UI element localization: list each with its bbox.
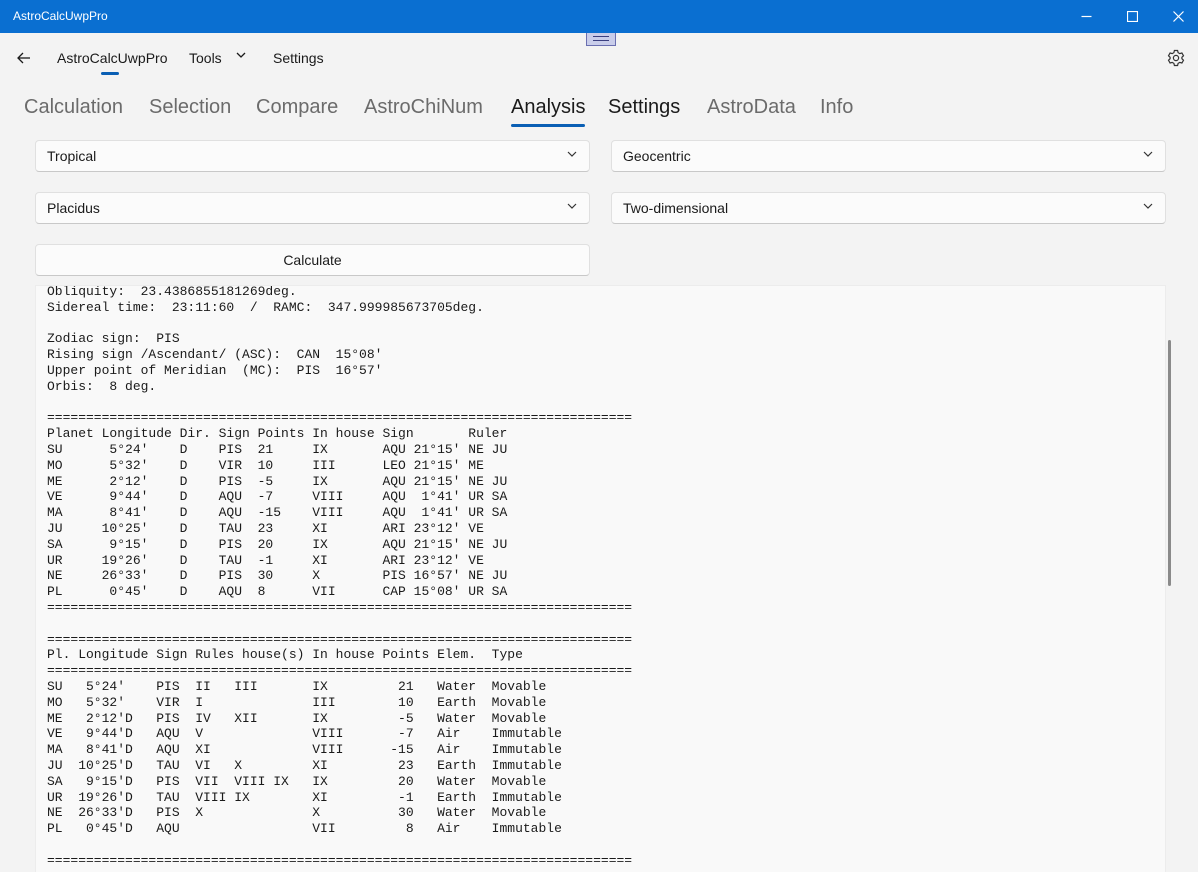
- calculate-button[interactable]: Calculate: [35, 244, 590, 276]
- nav-item-tools[interactable]: Tools: [189, 50, 222, 66]
- tab-settings[interactable]: Settings: [608, 96, 680, 119]
- arrow-left-icon: [17, 52, 30, 64]
- minimize-icon: [1081, 15, 1091, 18]
- tab-analysis[interactable]: Analysis: [511, 96, 585, 119]
- dimension-select[interactable]: Two-dimensional: [611, 192, 1166, 224]
- nav-item-home[interactable]: AstroCalcUwpPro: [57, 50, 167, 66]
- center-select-value: Geocentric: [623, 148, 691, 164]
- back-button[interactable]: [10, 47, 38, 69]
- tab-calculation[interactable]: Calculation: [24, 96, 123, 119]
- tab-compare[interactable]: Compare: [256, 96, 338, 119]
- nav-selected-indicator: [101, 72, 119, 75]
- center-select[interactable]: Geocentric: [611, 140, 1166, 172]
- close-icon: [1172, 11, 1184, 22]
- dimension-select-value: Two-dimensional: [623, 200, 729, 216]
- house-system-select[interactable]: Placidus: [35, 192, 590, 224]
- vertical-scrollbar[interactable]: [1168, 340, 1171, 586]
- chevron-down-icon[interactable]: [236, 52, 246, 59]
- chevron-down-icon: [1143, 151, 1153, 157]
- tab-astrochinum[interactable]: AstroChiNum: [364, 96, 483, 119]
- house-system-select-value: Placidus: [47, 200, 100, 216]
- zodiac-select[interactable]: Tropical: [35, 140, 590, 172]
- tab-selection[interactable]: Selection: [149, 96, 231, 119]
- gear-icon[interactable]: [1166, 48, 1186, 68]
- chevron-down-icon: [1143, 203, 1153, 209]
- zodiac-select-value: Tropical: [47, 148, 97, 164]
- close-button[interactable]: [1155, 0, 1198, 33]
- navigation-bar: AstroCalcUwpPro Tools Settings: [0, 33, 1198, 83]
- analysis-output-text: Obliquity: 23.4386855181269deg. Sidereal…: [47, 285, 633, 868]
- tab-bar: Calculation Selection Compare AstroChiNu…: [0, 92, 1198, 132]
- tab-info[interactable]: Info: [820, 96, 853, 119]
- maximize-icon: [1126, 11, 1138, 22]
- title-bar: AstroCalcUwpPro: [0, 0, 1198, 33]
- window-title: AstroCalcUwpPro: [13, 9, 108, 23]
- maximize-button[interactable]: [1109, 0, 1155, 33]
- nav-item-settings[interactable]: Settings: [273, 50, 324, 66]
- minimize-button[interactable]: [1063, 0, 1109, 33]
- tab-astrodata[interactable]: AstroData: [707, 96, 796, 119]
- tab-selected-indicator: [511, 124, 585, 127]
- chevron-down-icon: [567, 151, 577, 157]
- chevron-down-icon: [567, 203, 577, 209]
- analysis-output[interactable]: Obliquity: 23.4386855181269deg. Sidereal…: [35, 285, 1166, 872]
